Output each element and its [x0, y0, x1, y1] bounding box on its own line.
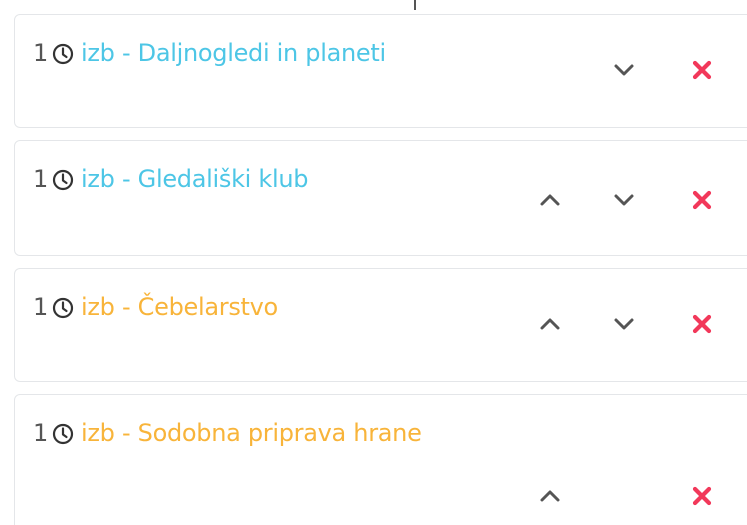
move-down-button[interactable] — [607, 183, 641, 217]
chevron-down-icon — [614, 318, 634, 330]
item-quantity: 1 — [33, 419, 48, 447]
chevron-down-icon — [614, 64, 634, 76]
list-item: 1 izb - Gledališki klub — [14, 140, 747, 256]
item-name: Gledališki klub — [137, 165, 309, 193]
item-prefix: izb — [80, 293, 115, 321]
close-icon — [692, 60, 712, 80]
chevron-down-icon — [614, 194, 634, 206]
move-up-button[interactable] — [533, 479, 567, 513]
item-title: 1 izb - Čebelarstvo — [33, 293, 278, 321]
clipped-header — [0, 0, 747, 14]
chevron-up-icon — [540, 194, 560, 206]
item-quantity: 1 — [33, 39, 48, 67]
item-separator: - — [121, 165, 131, 193]
item-name: Čebelarstvo — [137, 293, 279, 321]
clock-icon — [52, 43, 74, 65]
move-up-button[interactable] — [533, 307, 567, 341]
remove-button[interactable] — [685, 307, 719, 341]
item-prefix: izb — [80, 419, 115, 447]
item-prefix: izb — [80, 165, 115, 193]
list-item: 1 izb - Čebelarstvo — [14, 268, 747, 382]
remove-button[interactable] — [685, 53, 719, 87]
item-title: 1 izb - Daljnogledi in planeti — [33, 39, 386, 67]
item-separator: - — [121, 293, 131, 321]
item-quantity: 1 — [33, 165, 48, 193]
list-item: 1 izb - Sodobna priprava hrane — [14, 394, 747, 525]
remove-button[interactable] — [685, 183, 719, 217]
close-icon — [692, 190, 712, 210]
item-quantity: 1 — [33, 293, 48, 321]
selection-list: 1 izb - Daljnogledi in planeti 1 izb - G… — [0, 0, 747, 525]
list-item: 1 izb - Daljnogledi in planeti — [14, 14, 747, 128]
move-down-button[interactable] — [607, 307, 641, 341]
clock-icon — [52, 297, 74, 319]
chevron-up-icon — [540, 318, 560, 330]
item-separator: - — [121, 39, 131, 67]
chevron-up-icon — [540, 490, 560, 502]
item-separator: - — [121, 419, 131, 447]
clock-icon — [52, 423, 74, 445]
close-icon — [692, 314, 712, 334]
item-prefix: izb — [80, 39, 115, 67]
item-title: 1 izb - Gledališki klub — [33, 165, 308, 193]
item-name: Daljnogledi in planeti — [137, 39, 387, 67]
item-title: 1 izb - Sodobna priprava hrane — [33, 419, 422, 447]
clock-icon — [52, 169, 74, 191]
item-name: Sodobna priprava hrane — [137, 419, 422, 447]
move-down-button[interactable] — [607, 53, 641, 87]
remove-button[interactable] — [685, 479, 719, 513]
close-icon — [692, 486, 712, 506]
move-up-button[interactable] — [533, 183, 567, 217]
